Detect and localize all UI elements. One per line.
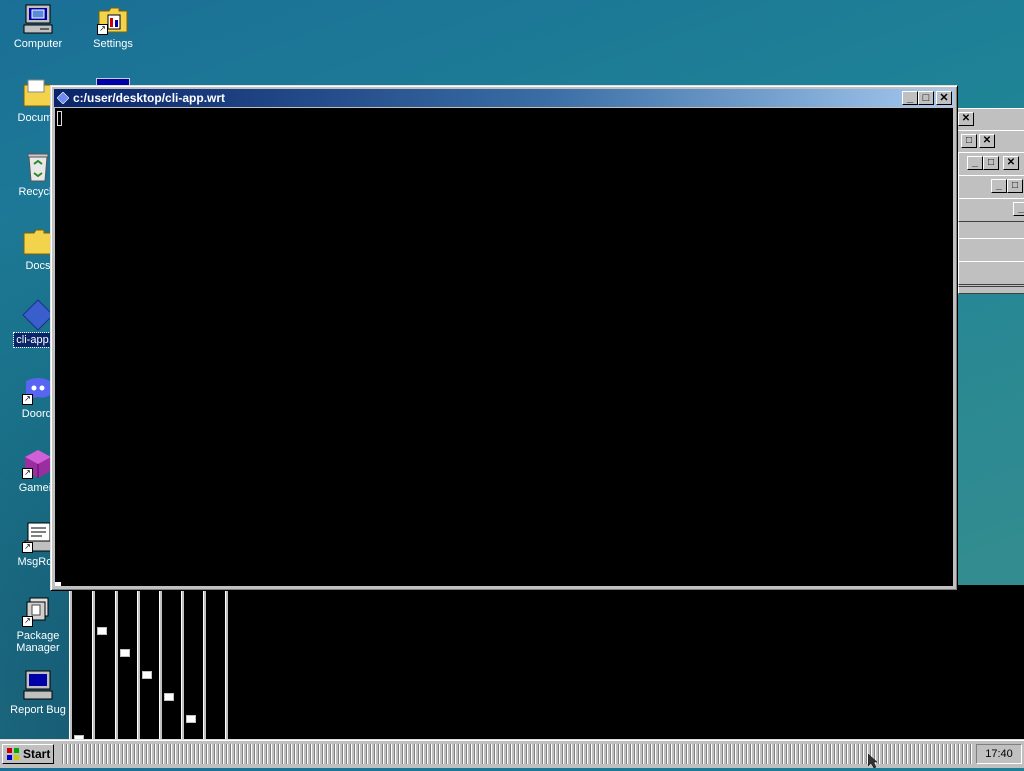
minimize-button[interactable]: _ [991,179,1007,193]
start-logo-icon [6,747,20,761]
desktop-icon-label: Report Bug [10,704,66,716]
maximize-button[interactable]: □ [961,134,977,148]
minimize-button[interactable]: _ [902,91,918,105]
start-label: Start [23,747,51,761]
desktop-icon-label: Docs [25,260,51,272]
shortcut-arrow-icon: ↗ [22,542,33,553]
resize-grip[interactable] [120,649,130,657]
close-button[interactable]: ✕ [979,134,995,148]
system-clock: 17:40 [976,744,1022,764]
maximize-button[interactable]: □ [1007,179,1023,193]
stacked-window-5[interactable]: _ [958,198,1024,222]
close-button[interactable]: ✕ [958,112,974,126]
window-title: c:/user/desktop/cli-app.wrt [73,91,226,105]
mouse-pointer-icon [867,753,880,771]
text-cursor [57,111,62,126]
minimize-button[interactable]: _ [967,156,983,170]
desktop-icon-settings[interactable]: ↗ Settings [75,3,151,51]
shortcut-arrow-icon: ↗ [22,394,33,405]
desktop-icon-report-bug[interactable]: Report Bug [0,669,76,717]
taskbar-window-list[interactable] [60,744,972,764]
computer-icon [22,3,54,35]
resize-grip[interactable] [142,671,152,679]
window-titlebar[interactable]: c:/user/desktop/cli-app.wrt _ □ ✕ [54,89,954,107]
maximize-button[interactable]: □ [918,91,934,105]
resize-grip[interactable] [97,627,107,635]
close-button[interactable]: ✕ [936,91,952,105]
close-button[interactable]: ✕ [1003,156,1019,170]
maximize-button[interactable]: □ [983,156,999,170]
package-icon: ↗ [22,595,54,627]
stacked-window-7[interactable] [958,261,1024,285]
desktop-icon-label: Settings [93,38,133,50]
desktop-icon-package-manager[interactable]: ↗ Package Manager [0,595,76,655]
resize-grip[interactable] [186,715,196,723]
settings-folder-icon: ↗ [97,3,129,35]
desktop-icon-label: Computer [13,38,63,50]
terminal-area[interactable] [55,108,953,586]
cli-app-window[interactable]: c:/user/desktop/cli-app.wrt _ □ ✕ [50,85,958,591]
desktop-icon-label: Package Manager [16,630,60,654]
stacked-window-6[interactable] [958,238,1024,262]
minimize-button[interactable]: _ [1013,202,1024,216]
diamond-app-icon [56,91,70,105]
start-button[interactable]: Start [2,744,54,764]
cascade-window-8[interactable] [226,585,1024,745]
desktop-icon-computer[interactable]: Computer [0,3,76,51]
resize-grip[interactable] [164,693,174,701]
shortcut-arrow-icon: ↗ [22,468,33,479]
resize-grip[interactable] [55,582,61,586]
shortcut-arrow-icon: ↗ [97,24,108,35]
shortcut-arrow-icon: ↗ [22,616,33,627]
monitor-bug-icon [22,669,54,701]
